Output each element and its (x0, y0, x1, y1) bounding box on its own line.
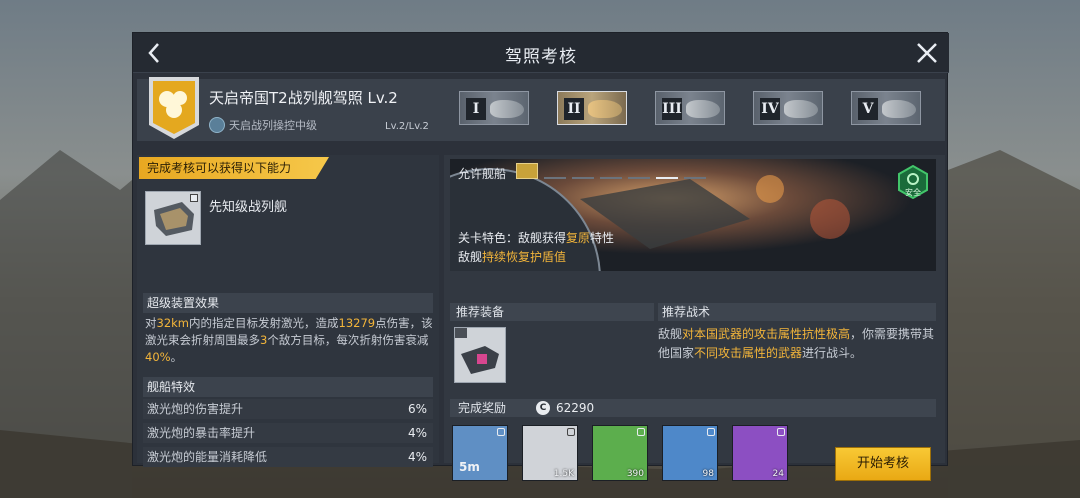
license-exam-panel: 驾照考核 天启帝国T2战列舰驾照 Lv.2 天启战列操控中级 Lv.2/Lv.2… (132, 32, 949, 481)
close-icon[interactable] (913, 39, 941, 67)
license-header: 天启帝国T2战列舰驾照 Lv.2 天启战列操控中级 Lv.2/Lv.2 I II… (137, 77, 945, 141)
ship-class-icon (572, 163, 594, 179)
recommended-tactics-header: 推荐战术 (658, 303, 936, 321)
tier-selector: I II III IV V (459, 91, 921, 125)
lock-icon (637, 428, 645, 436)
tier-3-button[interactable]: III (655, 91, 725, 125)
rewards-header: 完成奖励 (450, 399, 936, 417)
tier-ship-icon (588, 100, 622, 118)
safe-shield-icon: 安全 (898, 164, 928, 200)
ship-traits-header: 舰船特效 (143, 377, 433, 397)
license-sublabel-text: 天启战列操控中级 (229, 119, 317, 132)
reward-items: 5m 1.5K 390 98 24 (452, 425, 788, 481)
laser-weapon-icon (455, 328, 499, 374)
tier-ship-icon (686, 100, 720, 118)
ship-class-icon (684, 163, 706, 179)
trait-value: 4% (407, 450, 427, 464)
reward-count: 390 (626, 469, 644, 479)
reward-item[interactable]: 390 (592, 425, 648, 481)
license-badge-icon (149, 77, 199, 139)
license-name: 天启帝国T2战列舰驾照 Lv.2 (209, 89, 398, 107)
trait-value: 6% (407, 402, 427, 416)
license-level: Lv.2/Lv.2 (385, 121, 429, 132)
tier-2-button[interactable]: II (557, 91, 627, 125)
coin-reward-amount: 62290 (556, 401, 595, 415)
ship-class-icon (516, 163, 538, 179)
reward-count: 98 (702, 469, 714, 479)
ship-class-icon (544, 163, 566, 179)
super-device-header: 超级装置效果 (143, 293, 433, 313)
exam-details-panel: 允许舰船 安全 关卡特色：敌舰获得复原特性 敌舰持续恢复护盾值 推荐装备 推荐战… (444, 155, 945, 481)
recommended-equipment-header: 推荐装备 (450, 303, 654, 321)
svg-text:安全: 安全 (905, 187, 921, 197)
license-sublabel: 天启战列操控中级 (209, 117, 317, 133)
stage-preview: 允许舰船 安全 关卡特色：敌舰获得复原特性 敌舰持续恢复护盾值 (450, 159, 936, 271)
tactics-description: 敌舰对本国武器的攻击属性抗性极高，你需要携带其他国家不同攻击属性的武器进行战斗。 (658, 327, 935, 360)
abilities-panel[interactable]: 完成考核可以获得以下能力 先知级战列舰 超级装置效果 对32km内的指定目标发射… (137, 155, 439, 467)
tier-1-button[interactable]: I (459, 91, 529, 125)
tier-2-numeral: II (564, 98, 584, 120)
trait-label: 激光炮的暴击率提升 (147, 426, 256, 440)
lock-icon (567, 428, 575, 436)
tier-1-numeral: I (466, 98, 486, 120)
safe-zone-badge: 安全 (896, 164, 930, 200)
abilities-banner: 完成考核可以获得以下能力 (139, 157, 329, 179)
reward-item[interactable]: 1.5K (522, 425, 578, 481)
lock-icon (707, 428, 715, 436)
tier-5-button[interactable]: V (851, 91, 921, 125)
reward-count: 1.5K (553, 469, 574, 479)
coin-icon: C (536, 401, 550, 415)
trait-row: 激光炮的伤害提升 6% (143, 399, 433, 419)
lock-icon (190, 194, 198, 202)
ship-class-icon (600, 163, 622, 179)
tier-ship-icon (882, 100, 916, 118)
super-device-description: 对32km内的指定目标发射激光，造成13279点伤害，该激光束会折射周围最多3个… (145, 316, 433, 364)
stage-feature-text: 关卡特色：敌舰获得复原特性 敌舰持续恢复护盾值 (458, 231, 615, 264)
lock-icon (497, 428, 505, 436)
title-bar: 驾照考核 (133, 33, 949, 73)
allowed-ships-label: 允许舰船 (458, 167, 507, 181)
tier-4-numeral: IV (760, 98, 780, 120)
skill-ring-icon (209, 117, 225, 133)
ship-class-icon (628, 163, 650, 179)
ship-class-icon (656, 163, 678, 179)
reward-item[interactable]: 98 (662, 425, 718, 481)
tier-5-numeral: V (858, 98, 878, 120)
trait-label: 激光炮的伤害提升 (147, 402, 244, 416)
trait-label: 激光炮的能量消耗降低 (147, 450, 268, 464)
trait-row: 激光炮的能量消耗降低 4% (143, 447, 433, 467)
tier-ship-icon (490, 100, 524, 118)
start-exam-button[interactable]: 开始考核 (835, 447, 931, 481)
reward-item[interactable]: 5m (452, 425, 508, 481)
ship-thumbnail[interactable] (145, 191, 201, 245)
reward-count: 24 (772, 469, 784, 479)
tier-4-button[interactable]: IV (753, 91, 823, 125)
trait-value: 4% (407, 426, 427, 440)
reward-item[interactable]: 24 (732, 425, 788, 481)
tier-ship-icon (784, 100, 818, 118)
recommended-equipment-slot[interactable] (454, 327, 506, 383)
reward-label: 5m (459, 460, 480, 474)
tier-3-numeral: III (662, 98, 682, 120)
lock-icon (777, 428, 785, 436)
trait-row: 激光炮的暴击率提升 4% (143, 423, 433, 443)
ship-name: 先知级战列舰 (209, 200, 288, 215)
allowed-ship-icons (516, 163, 706, 179)
page-title: 驾照考核 (505, 47, 577, 67)
